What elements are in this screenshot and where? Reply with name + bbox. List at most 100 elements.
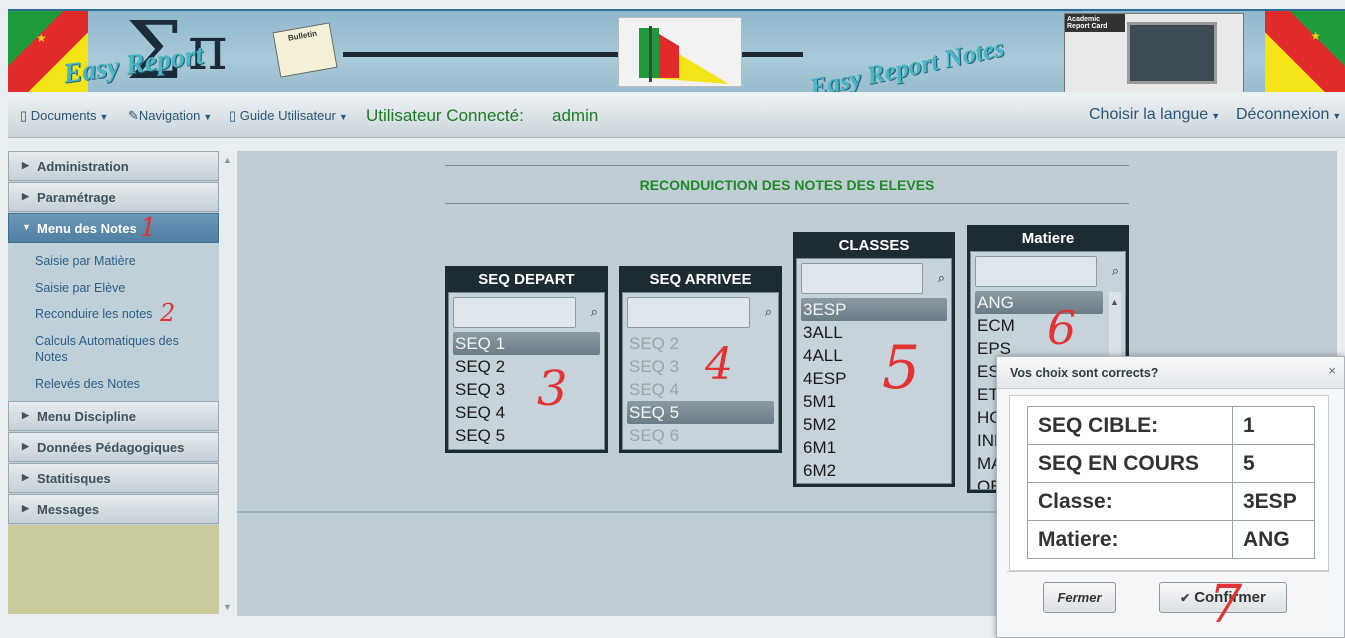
list-item[interactable]: 4ALL bbox=[801, 344, 947, 367]
report-card-icon: Academic Report Card bbox=[1064, 13, 1244, 92]
caret-down-icon: ▼ bbox=[1332, 111, 1342, 121]
annotation-6: 6 bbox=[1047, 301, 1077, 355]
scroll-up-icon[interactable]: ▲ bbox=[1109, 297, 1119, 307]
list-item[interactable]: SEQ 5 bbox=[453, 424, 600, 447]
list-item[interactable]: 6M1 bbox=[801, 436, 947, 459]
sidebar-link-releves[interactable]: Relevés des Notes bbox=[35, 376, 205, 392]
search-icon[interactable]: ⌕ bbox=[591, 304, 598, 320]
close-button[interactable]: Fermer bbox=[1043, 582, 1116, 613]
sidebar-item-parametrage[interactable]: ▶ Paramétrage bbox=[8, 182, 219, 212]
list-item[interactable]: SEQ 3 bbox=[627, 355, 774, 378]
close-icon[interactable]: × bbox=[1328, 363, 1336, 378]
triangle-right-icon: ▶ bbox=[22, 410, 29, 420]
logo-text-right: Easy Report Notes bbox=[807, 32, 1007, 92]
list-item[interactable]: 6M2 bbox=[801, 459, 947, 482]
sidebar-footer-panel bbox=[8, 525, 219, 614]
matiere-search-input[interactable] bbox=[975, 256, 1097, 287]
table-row: Classe: 3ESP bbox=[1027, 482, 1315, 521]
star-icon: ★ bbox=[36, 31, 47, 45]
sidebar-link-reconduire[interactable]: Reconduire les notes bbox=[35, 306, 205, 322]
triangle-right-icon: ▶ bbox=[22, 472, 29, 482]
seq-depart-search-input[interactable] bbox=[453, 297, 576, 328]
list-item[interactable]: SEQ 2 bbox=[453, 355, 600, 378]
check-icon: ✔ bbox=[1180, 591, 1191, 605]
cameroon-flag-right: ★ bbox=[1265, 11, 1345, 92]
seq-depart-list: SEQ DEPART ⌕ SEQ 1 SEQ 2 SEQ 3 SEQ 4 SEQ… bbox=[445, 266, 608, 453]
guide-menu[interactable]: ▯ Guide Utilisateur ▼ bbox=[229, 108, 348, 124]
sidebar-item-administration[interactable]: ▶ Administration bbox=[8, 151, 219, 181]
caret-down-icon: ▼ bbox=[99, 112, 109, 122]
sidebar-item-statistiques[interactable]: ▶ Statitisques bbox=[8, 463, 219, 493]
seq-arrivee-title: SEQ ARRIVEE bbox=[649, 271, 752, 288]
confirm-dialog: Vos choix sont corrects? × SEQ CIBLE: 1 S… bbox=[996, 356, 1345, 638]
document-icon: ▯ bbox=[20, 108, 28, 123]
list-item[interactable]: 5M2 bbox=[801, 413, 947, 436]
title-rule-bottom bbox=[445, 203, 1129, 204]
sidebar-item-pedagogiques[interactable]: ▶ Données Pédagogiques bbox=[8, 432, 219, 462]
sidebar-item-menu-notes[interactable]: ▼ Menu des Notes bbox=[8, 213, 219, 243]
dialog-body: SEQ CIBLE: 1 SEQ EN COURS 5 Classe: 3ESP Ma… bbox=[1009, 395, 1329, 571]
star-icon: ★ bbox=[1310, 29, 1321, 43]
table-row: SEQ CIBLE: 1 bbox=[1027, 406, 1315, 445]
list-item[interactable]: 4ESP bbox=[801, 367, 947, 390]
flag-center-icon bbox=[618, 17, 742, 87]
classes-search-input[interactable] bbox=[801, 263, 923, 294]
seq-arrivee-list: SEQ ARRIVEE ⌕ SEQ 2 SEQ 3 SEQ 4 SEQ 5 SE… bbox=[619, 266, 782, 453]
bulletin-icon: Bulletin bbox=[272, 22, 338, 78]
triangle-right-icon: ▶ bbox=[22, 191, 29, 201]
scroll-up-icon[interactable]: ▲ bbox=[223, 155, 232, 165]
sidebar-item-discipline[interactable]: ▶ Menu Discipline bbox=[8, 401, 219, 431]
triangle-right-icon: ▶ bbox=[22, 503, 29, 513]
sidebar-item-messages[interactable]: ▶ Messages bbox=[8, 494, 219, 524]
top-navbar: ▯ Documents ▼ ✎Navigation ▼ ▯ Guide Utilis… bbox=[8, 94, 1345, 138]
list-item[interactable]: SEQ 1 bbox=[453, 332, 600, 355]
list-item[interactable]: SEQ 4 bbox=[627, 378, 774, 401]
triangle-right-icon: ▶ bbox=[22, 441, 29, 451]
dialog-separator bbox=[1007, 571, 1329, 572]
header-banner: ★ Σ π Easy Report Bulletin Easy Report N… bbox=[8, 9, 1345, 92]
caret-down-icon: ▼ bbox=[1211, 111, 1221, 121]
dialog-title: Vos choix sont corrects? bbox=[997, 357, 1344, 389]
list-item[interactable]: SEQ 6 bbox=[627, 424, 774, 447]
annotation-3: 3 bbox=[537, 361, 568, 417]
pencil-icon: ✎ bbox=[128, 108, 139, 123]
logout-menu[interactable]: Déconnexion ▼ bbox=[1236, 106, 1341, 124]
list-item[interactable]: SEQ 3 bbox=[453, 378, 600, 401]
annotation-1: 1 bbox=[140, 213, 157, 243]
list-item[interactable]: SEQ 4 bbox=[453, 401, 600, 424]
list-item[interactable]: 5M1 bbox=[801, 390, 947, 413]
annotation-2: 2 bbox=[160, 299, 176, 327]
matiere-title: Matiere bbox=[1021, 230, 1075, 247]
scroll-down-icon[interactable]: ▼ bbox=[223, 602, 232, 612]
list-item[interactable]: ECM bbox=[975, 314, 1103, 337]
sidebar-link-calculs[interactable]: Calculs Automatiques des Notes bbox=[35, 333, 205, 365]
language-menu[interactable]: Choisir la langue ▼ bbox=[1089, 106, 1220, 124]
triangle-down-icon: ▼ bbox=[22, 222, 31, 232]
list-item[interactable]: 3ALL bbox=[801, 321, 947, 344]
triangle-right-icon: ▶ bbox=[22, 160, 29, 170]
user-label: Utilisateur Connecté: bbox=[366, 106, 524, 125]
list-item[interactable]: SEQ 2 bbox=[627, 332, 774, 355]
list-item[interactable]: 3ESP bbox=[801, 298, 947, 321]
annotation-7: 7 bbox=[1209, 575, 1243, 635]
seq-arrivee-search-input[interactable] bbox=[627, 297, 750, 328]
search-icon[interactable]: ⌕ bbox=[938, 270, 945, 286]
navigation-menu[interactable]: ✎Navigation ▼ bbox=[128, 108, 212, 124]
page-title: RECONDUICTION DES NOTES DES ELEVES bbox=[639, 177, 935, 193]
sidebar-link-saisie-matiere[interactable]: Saisie par Matière bbox=[35, 253, 205, 269]
summary-table: SEQ CIBLE: 1 SEQ EN COURS 5 Classe: 3ESP Ma… bbox=[1027, 406, 1315, 559]
sidebar-scrollbar[interactable]: ▲ ▼ bbox=[220, 151, 235, 616]
search-icon[interactable]: ⌕ bbox=[1112, 263, 1119, 279]
sidebar-link-saisie-eleve[interactable]: Saisie par Elève bbox=[35, 280, 205, 296]
documents-menu[interactable]: ▯ Documents ▼ bbox=[20, 108, 108, 124]
table-row: SEQ EN COURS 5 bbox=[1027, 444, 1315, 483]
user-name: admin bbox=[552, 106, 599, 125]
list-item[interactable]: ANG bbox=[975, 291, 1103, 314]
annotation-5: 5 bbox=[882, 333, 921, 403]
search-icon[interactable]: ⌕ bbox=[765, 304, 772, 320]
sidebar: ▶ Administration ▶ Paramétrage ▼ Menu des N… bbox=[8, 151, 219, 614]
classes-title: CLASSES bbox=[838, 237, 910, 254]
list-item[interactable]: SEQ 5 bbox=[627, 401, 774, 424]
classes-list: CLASSES ⌕ 3ESP 3ALL 4ALL 4ESP 5M1 5M2 6M… bbox=[793, 232, 955, 487]
document-icon: ▯ bbox=[229, 108, 237, 123]
